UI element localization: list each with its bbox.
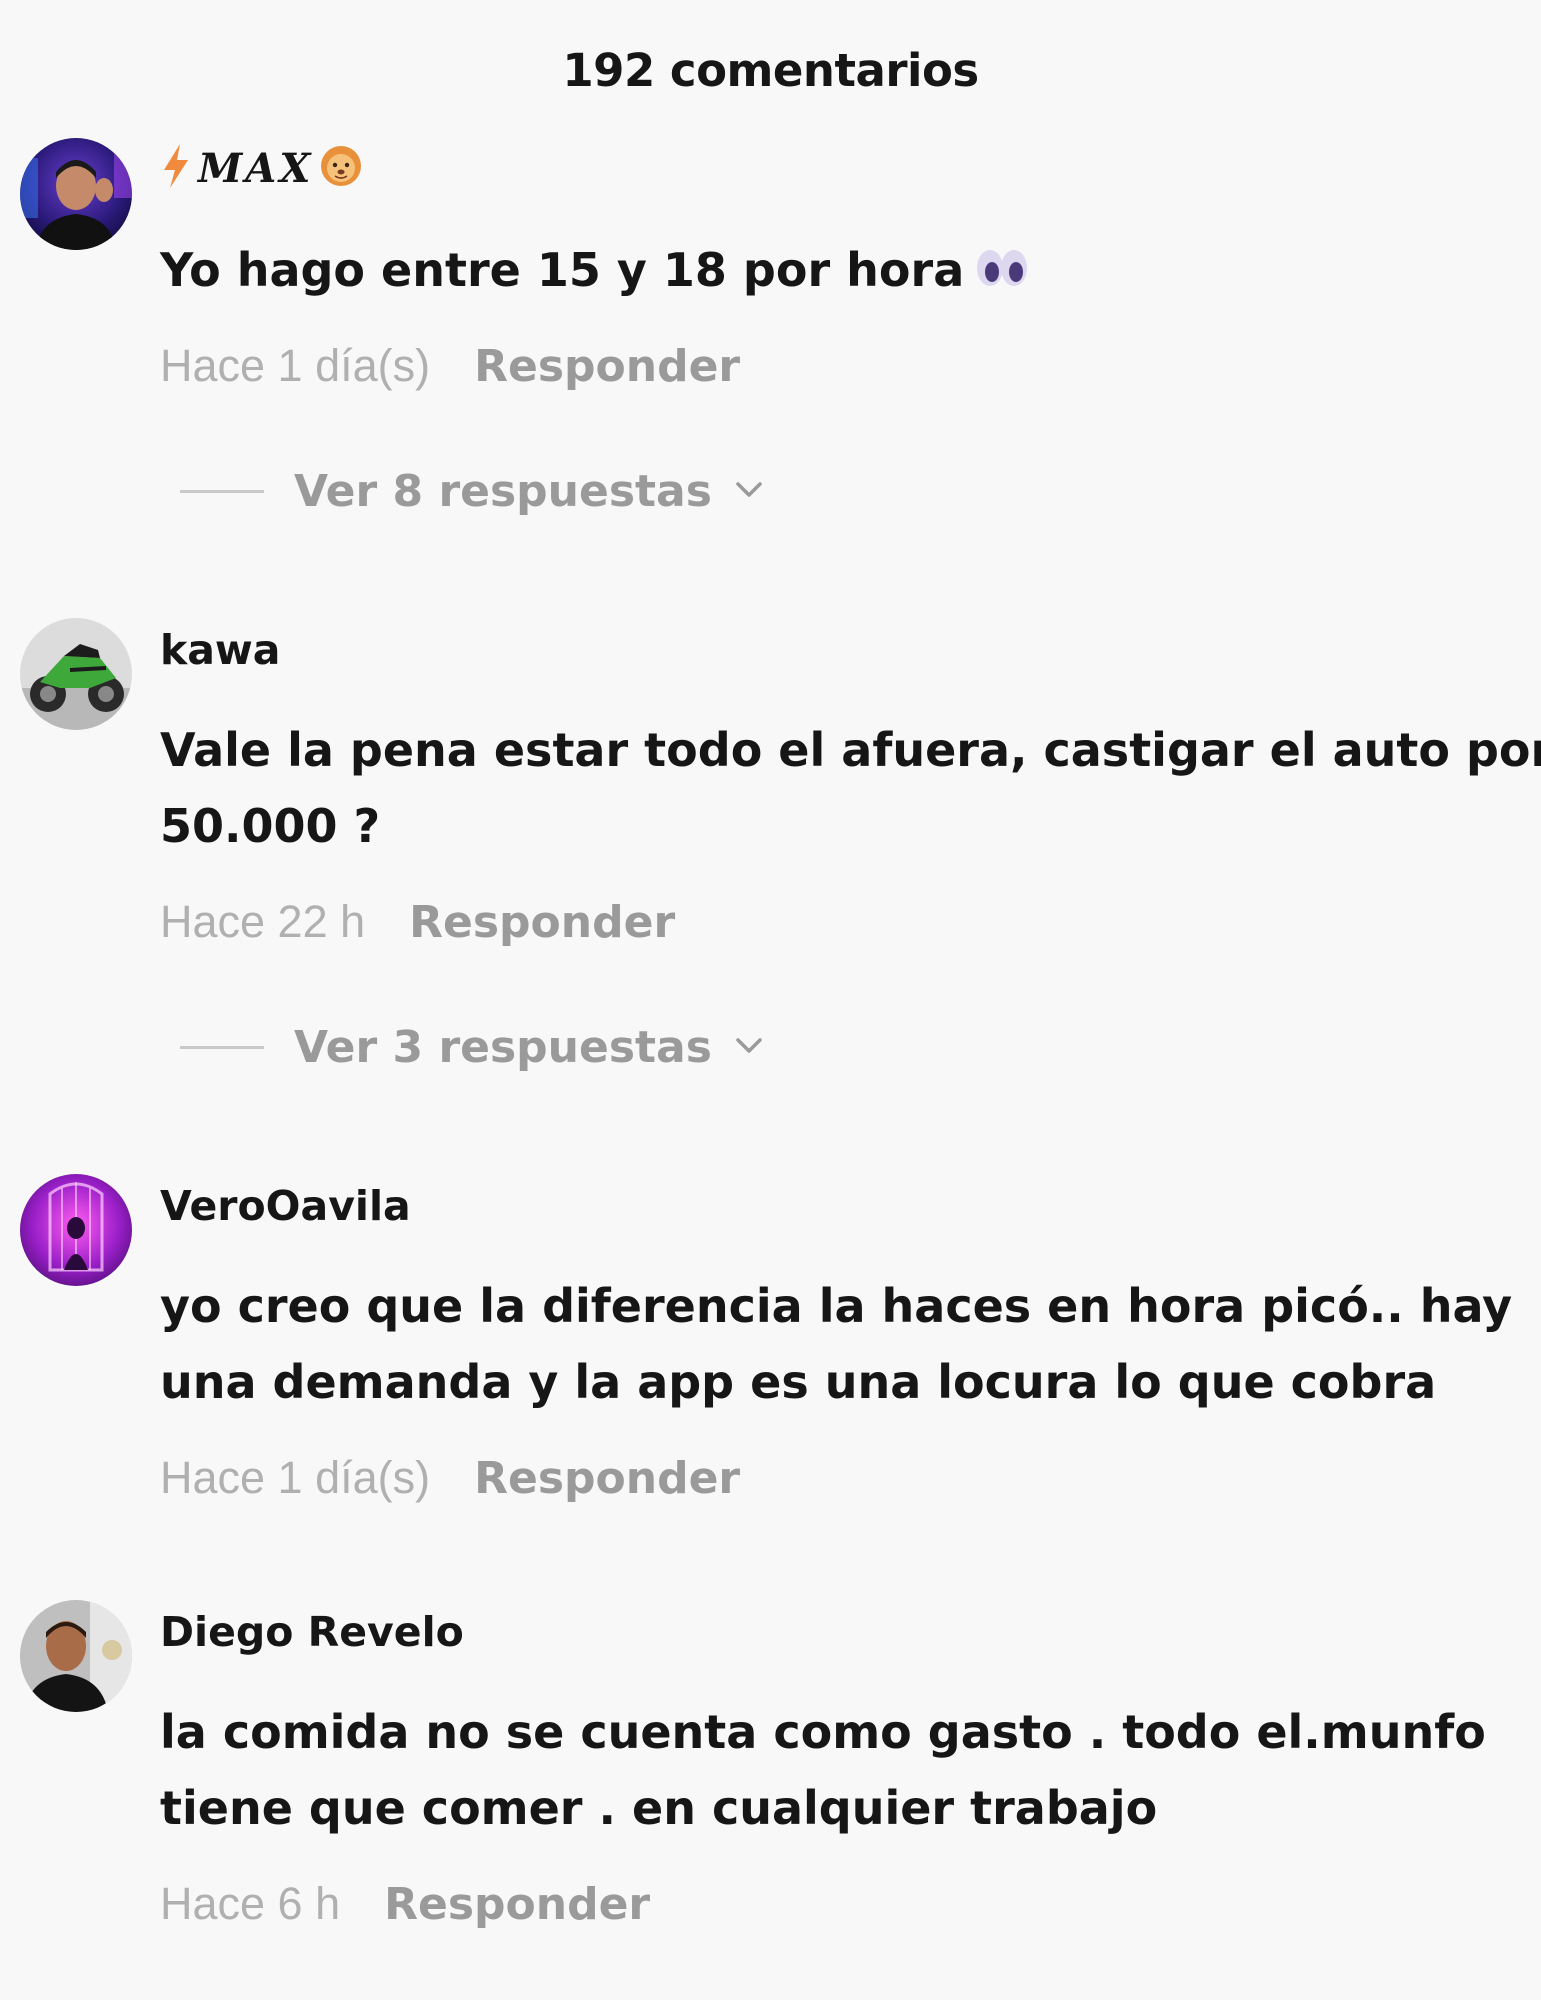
comment-text-line: tiene que comer . en cualquier trabajo (160, 1781, 1158, 1835)
avatar[interactable] (20, 1600, 132, 1712)
comment-time: Hace 1 día(s) (160, 1452, 431, 1503)
comment-text: yo creo que la diferencia la haces en ho… (160, 1268, 1513, 1420)
comment-text: Vale la pena estar todo el afuera, casti… (160, 712, 1541, 864)
comment-text-line: una demanda y la app es una locura lo qu… (160, 1355, 1437, 1409)
lion-face-emoji (319, 144, 363, 198)
chevron-down-icon (734, 1036, 764, 1060)
comment-username[interactable]: MAX (160, 144, 363, 198)
comment-text-line: 50.000 ? (160, 799, 381, 853)
comment-text-line: Vale la pena estar todo el afuera, casti… (160, 723, 1541, 777)
comment-text: la comida no se cuenta como gasto . todo… (160, 1694, 1490, 1846)
divider (180, 490, 264, 493)
comment-time: Hace 1 día(s) (160, 340, 431, 391)
lightning-icon (160, 144, 192, 198)
comment-meta: Hace 1 día(s) Responder (160, 1452, 740, 1504)
reply-button[interactable]: Responder (474, 341, 740, 392)
avatar[interactable] (20, 138, 132, 250)
chevron-down-icon (734, 480, 764, 504)
eyes-emoji (974, 236, 1030, 312)
comment-text: Yo hago entre 15 y 18 por hora (160, 232, 1490, 312)
comment-meta: Hace 6 h Responder (160, 1878, 650, 1930)
comment-username[interactable]: kawa (160, 626, 280, 674)
view-replies-button[interactable]: Ver 8 respuestas (180, 466, 764, 517)
view-replies-button[interactable]: Ver 3 respuestas (180, 1022, 764, 1073)
reply-button[interactable]: Responder (474, 1453, 740, 1504)
comment-text-line: la comida no se cuenta como gasto . todo… (160, 1705, 1486, 1759)
divider (180, 1046, 264, 1049)
comments-count-title: 192 comentarios (562, 44, 979, 97)
comment-meta: Hace 22 h Responder (160, 896, 675, 948)
comment-text-line: yo creo que la diferencia la haces en ho… (160, 1279, 1513, 1333)
comment-username[interactable]: VeroOavila (160, 1182, 411, 1230)
comment-text-line: Yo hago entre 15 y 18 por hora (160, 232, 1490, 312)
reply-button[interactable]: Responder (384, 1879, 650, 1930)
comment-time: Hace 22 h (160, 896, 366, 947)
comment-time: Hace 6 h (160, 1878, 341, 1929)
avatar[interactable] (20, 618, 132, 730)
reply-button[interactable]: Responder (409, 897, 675, 948)
comment-meta: Hace 1 día(s) Responder (160, 340, 740, 392)
comment-username[interactable]: Diego Revelo (160, 1608, 464, 1656)
avatar[interactable] (20, 1174, 132, 1286)
